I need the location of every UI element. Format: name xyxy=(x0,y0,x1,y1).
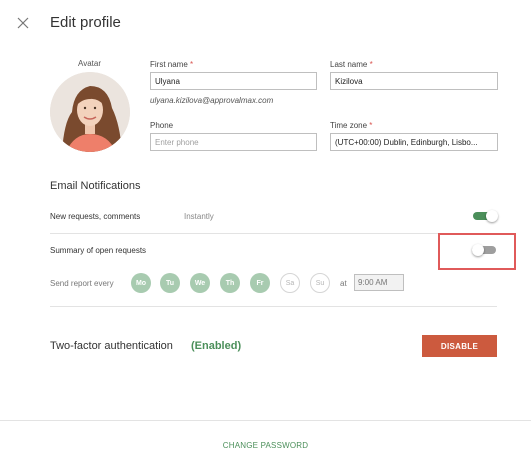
day-friday[interactable]: Fr xyxy=(250,273,270,293)
new-requests-frequency: Instantly xyxy=(184,212,214,221)
first-name-input[interactable] xyxy=(150,72,317,90)
at-label: at xyxy=(340,279,347,288)
avatar-photo xyxy=(50,72,130,152)
avatar-label: Avatar xyxy=(78,59,101,68)
avatar[interactable] xyxy=(50,72,130,152)
change-password-link[interactable]: CHANGE PASSWORD xyxy=(0,441,531,450)
close-button[interactable] xyxy=(14,14,32,32)
email-notifications-title: Email Notifications xyxy=(50,180,141,192)
footer-divider xyxy=(0,420,531,421)
email-text: ulyana.kizilova@approvalmax.com xyxy=(150,96,274,105)
divider xyxy=(50,306,497,307)
phone-label: Phone xyxy=(150,121,174,130)
summary-label: Summary of open requests xyxy=(50,246,147,255)
day-sunday[interactable]: Su xyxy=(310,273,330,293)
day-monday[interactable]: Mo xyxy=(131,273,151,293)
day-thursday[interactable]: Th xyxy=(220,273,240,293)
divider xyxy=(50,233,497,234)
first-name-label: First name * xyxy=(150,60,194,69)
two-factor-status: (Enabled) xyxy=(191,340,242,352)
page-title: Edit profile xyxy=(50,14,121,31)
send-report-label: Send report every xyxy=(50,279,114,288)
day-saturday[interactable]: Sa xyxy=(280,273,300,293)
dialog-header: Edit profile xyxy=(0,0,531,48)
day-tuesday[interactable]: Tu xyxy=(160,273,180,293)
disable-button[interactable]: DISABLE xyxy=(422,335,497,357)
highlight-box xyxy=(438,233,516,270)
close-icon xyxy=(17,17,29,29)
new-requests-toggle[interactable] xyxy=(473,210,499,222)
timezone-select[interactable]: (UTC+00:00) Dublin, Edinburgh, Lisbo... xyxy=(330,133,498,151)
two-factor-label: Two-factor authentication xyxy=(50,340,173,352)
timezone-label: Time zone * xyxy=(330,121,373,130)
time-input[interactable]: 9:00 AM xyxy=(354,274,404,291)
new-requests-label: New requests, comments xyxy=(50,212,141,221)
phone-input[interactable] xyxy=(150,133,317,151)
toggle-knob xyxy=(486,210,498,222)
day-wednesday[interactable]: We xyxy=(190,273,210,293)
last-name-label: Last name * xyxy=(330,60,373,69)
last-name-input[interactable] xyxy=(330,72,498,90)
